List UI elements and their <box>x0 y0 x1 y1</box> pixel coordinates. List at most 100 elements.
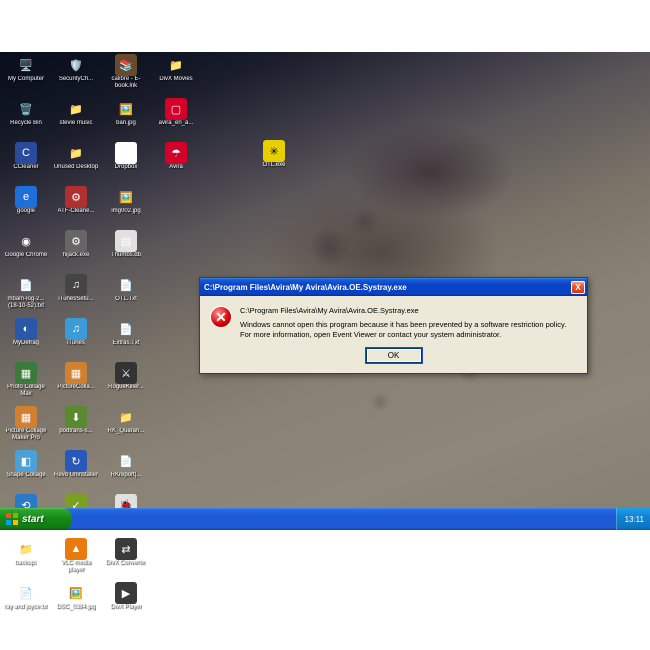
otl-exe-icon[interactable]: ✳ OTL.exe <box>250 140 298 169</box>
photo-collage-max-icon: ▦ <box>15 362 37 384</box>
atf-cleaner-icon[interactable]: ⚙ATF-Cleane... <box>52 186 100 228</box>
icon-label: OTL.exe <box>262 162 285 169</box>
error-dialog: C:\Program Files\Avira\My Avira\Avira.OE… <box>199 277 588 374</box>
icon-label: Revo Uninstaller <box>54 472 98 479</box>
dropbox-icon[interactable]: ⬢Dropbox <box>102 142 150 184</box>
rk-quarantine-icon[interactable]: 📁RK_Quaran... <box>102 406 150 448</box>
ccleaner-icon[interactable]: CCCleaner <box>2 142 50 184</box>
icon-label: Shape Collage <box>6 472 45 479</box>
backups-icon: 📁 <box>15 538 37 560</box>
icon-label: ray and joyce.txt <box>4 604 48 611</box>
icon-label: Avira <box>169 164 183 171</box>
securitycheck-icon[interactable]: 🛡️SecurityCh... <box>52 54 100 96</box>
icon-label: Unused Desktop <box>54 164 98 171</box>
dialog-body: ✕ C:\Program Files\Avira\My Avira\Avira.… <box>200 296 587 346</box>
hijack-icon[interactable]: ⚙hijack.exe <box>52 230 100 272</box>
extras-txt-icon: 📄 <box>115 318 137 340</box>
recycle-bin-icon: 🗑️ <box>15 98 37 120</box>
ok-button[interactable]: OK <box>366 348 422 363</box>
icon-label: RK_Quaran... <box>108 428 145 435</box>
system-tray[interactable]: 13:11 <box>616 508 650 530</box>
itunes-setup-icon[interactable]: ♫iTunesSetu... <box>52 274 100 316</box>
dialog-text: C:\Program Files\Avira\My Avira\Avira.OE… <box>240 306 577 340</box>
dialog-button-row: OK <box>200 346 587 373</box>
picture-collage-icon[interactable]: ▦PictureColla... <box>52 362 100 404</box>
shape-collage-icon: ◧ <box>15 450 37 472</box>
chrome-icon[interactable]: ◉Google Chrome <box>2 230 50 272</box>
desktop[interactable]: 🖥️My Computer🛡️SecurityCh...📚calibre - E… <box>0 52 650 530</box>
revo-icon: ↻ <box>65 450 87 472</box>
dialog-message: Windows cannot open this program because… <box>240 320 577 340</box>
divx-player-icon[interactable]: ▶DivX Player <box>102 582 150 624</box>
itunes-icon: ♫ <box>65 318 87 340</box>
divx-movies-icon: 📁 <box>165 54 187 76</box>
icon-label: mbam-log-2... (18-10-52).txt <box>3 296 49 310</box>
close-button[interactable]: X <box>571 281 585 294</box>
divx-converter-icon[interactable]: ⇄DivX Converter <box>102 538 150 580</box>
google-icon[interactable]: egoogle <box>2 186 50 228</box>
icon-label: SecurityCh... <box>59 76 93 83</box>
start-button[interactable]: start <box>0 508 72 530</box>
divx-movies-icon[interactable]: 📁DivX Movies <box>152 54 200 96</box>
error-icon: ✕ <box>210 306 232 328</box>
vlc-icon: ▲ <box>65 538 87 560</box>
pcm-pro-icon: ▦ <box>15 406 37 428</box>
unused-desktop-icon[interactable]: 📁Unused Desktop <box>52 142 100 184</box>
icon-label: stevie music <box>59 120 92 127</box>
shape-collage-icon[interactable]: ◧Shape Collage <box>2 450 50 492</box>
icon-label: ban.jpg <box>116 120 136 127</box>
recycle-bin-icon[interactable]: 🗑️Recycle Bin <box>2 98 50 140</box>
vlc-icon[interactable]: ▲VLC media player <box>52 538 100 580</box>
icon-label: backups <box>15 560 37 567</box>
icon-label: img002.jpg <box>111 208 140 215</box>
ray-joyce-icon[interactable]: 📄ray and joyce.txt <box>2 582 50 624</box>
rkreport-icon: 📄 <box>115 450 137 472</box>
ccleaner-icon: C <box>15 142 37 164</box>
close-icon: X <box>575 283 580 292</box>
icon-label: hijack.exe <box>63 252 90 259</box>
gear-icon: ✳ <box>263 140 285 162</box>
img002-icon[interactable]: 🖼️img002.jpg <box>102 186 150 228</box>
revo-icon[interactable]: ↻Revo Uninstaller <box>52 450 100 492</box>
dsc0384-icon[interactable]: 🖼️DSC_0384.jpg <box>52 582 100 624</box>
dialog-title: C:\Program Files\Avira\My Avira\Avira.OE… <box>204 283 407 292</box>
itunes-icon[interactable]: ♫iTunes <box>52 318 100 360</box>
my-computer-icon: 🖥️ <box>15 54 37 76</box>
otl-txt-icon[interactable]: 📄OTL.Txt <box>102 274 150 316</box>
icon-label: google <box>17 208 35 215</box>
avira-installer-icon[interactable]: ▢avira_en_a... <box>152 98 200 140</box>
podtrans-icon[interactable]: ⬇podtrans-s... <box>52 406 100 448</box>
backups-icon[interactable]: 📁backups <box>2 538 50 580</box>
ban-jpg-icon[interactable]: 🖼️ban.jpg <box>102 98 150 140</box>
mydefrag-icon[interactable]: ◐MyDefrag <box>2 318 50 360</box>
calibre-icon[interactable]: 📚calibre - E-book.lnk <box>102 54 150 96</box>
avira-icon[interactable]: ☂Avira <box>152 142 200 184</box>
icon-label: Dropbox <box>115 164 138 171</box>
icon-label: Recycle Bin <box>10 120 42 127</box>
icon-label: calibre - E-book.lnk <box>103 76 149 90</box>
google-icon: e <box>15 186 37 208</box>
photo-collage-max-icon[interactable]: ▦Photo Collage Max <box>2 362 50 404</box>
extras-txt-icon[interactable]: 📄Extras.Txt <box>102 318 150 360</box>
avira-icon: ☂ <box>165 142 187 164</box>
pcm-pro-icon[interactable]: ▦Picture Collage Maker Pro <box>2 406 50 448</box>
icon-label: DivX Converter <box>106 560 147 567</box>
icon-label: RKreport[... <box>111 472 142 479</box>
icon-label: OTL.Txt <box>115 296 137 303</box>
stevie-music-icon: 📁 <box>65 98 87 120</box>
dialog-titlebar[interactable]: C:\Program Files\Avira\My Avira\Avira.OE… <box>200 278 587 296</box>
hijack-icon: ⚙ <box>65 230 87 252</box>
atf-cleaner-icon: ⚙ <box>65 186 87 208</box>
roguekiller-icon[interactable]: ⚔RogueKiller... <box>102 362 150 404</box>
icon-label: CCleaner <box>13 164 38 171</box>
dropbox-icon: ⬢ <box>115 142 137 164</box>
mbam-log-icon[interactable]: 📄mbam-log-2... (18-10-52).txt <box>2 274 50 316</box>
icon-label: VLC media player <box>53 560 99 574</box>
stevie-music-icon[interactable]: 📁stevie music <box>52 98 100 140</box>
windows-logo-icon <box>6 513 18 525</box>
my-computer-icon[interactable]: 🖥️My Computer <box>2 54 50 96</box>
rkreport-icon[interactable]: 📄RKreport[... <box>102 450 150 492</box>
mydefrag-icon: ◐ <box>15 318 37 340</box>
icon-label: DivX Movies <box>159 76 192 83</box>
thumbs-db-icon[interactable]: ▤Thumbs.db <box>102 230 150 272</box>
